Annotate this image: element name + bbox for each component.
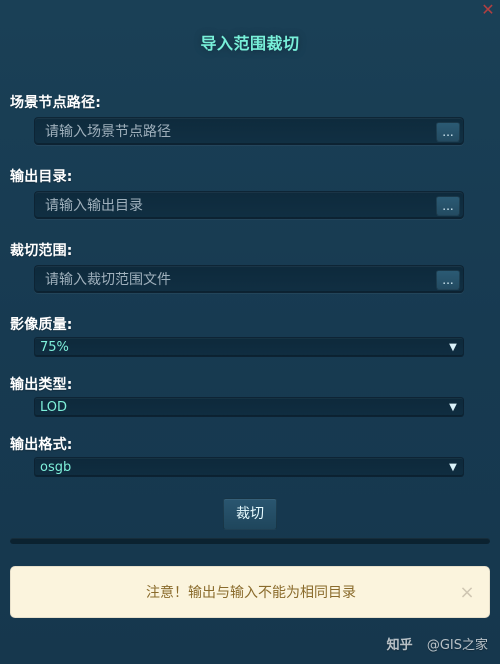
output-dir-input[interactable] [45,192,425,220]
watermark: 知乎 @GIS之家 [387,634,488,653]
image-quality-label: 影像质量: [10,317,73,333]
crop-range-browse-button[interactable]: ... [436,270,460,290]
dialog-title: 导入范围裁切 [200,34,300,53]
output-format-select[interactable]: osgb ▼ [34,457,464,477]
crop-range-field: ... [34,265,464,294]
watermark-author: @GIS之家 [426,638,488,653]
output-dir-label: 输出目录: [10,169,73,185]
output-format-label: 输出格式: [10,437,73,453]
image-quality-select[interactable]: 75% ▼ [34,337,464,357]
crop-dialog: ✕ 导入范围裁切 场景节点路径: ... 输出目录: ... 裁切范围: ...… [0,0,500,664]
scene-node-path-input[interactable] [45,118,425,146]
crop-range-label: 裁切范围: [10,243,73,259]
scene-node-path-browse-button[interactable]: ... [436,122,460,142]
scene-node-path-label: 场景节点路径: [10,95,101,111]
output-dir-field: ... [34,191,464,220]
crop-range-input[interactable] [45,266,425,294]
close-icon[interactable]: ✕ [480,2,496,18]
watermark-platform: 知乎 [386,638,413,653]
scene-node-path-field: ... [34,117,464,146]
progress-bar [10,538,490,544]
warning-alert: 注意！输出与输入不能为相同目录 × [10,566,490,618]
output-dir-browse-button[interactable]: ... [436,196,460,216]
chevron-down-icon: ▼ [449,462,457,473]
chevron-down-icon: ▼ [449,402,457,413]
warning-message: 注意！输出与输入不能为相同目录 [146,585,356,601]
output-format-value: osgb [40,460,72,475]
output-type-select[interactable]: LOD ▼ [34,397,464,417]
close-icon[interactable]: × [459,567,475,619]
output-type-label: 输出类型: [10,377,73,393]
image-quality-value: 75% [40,340,69,355]
crop-button[interactable]: 裁切 [223,498,277,530]
output-type-value: LOD [40,400,68,415]
chevron-down-icon: ▼ [449,342,457,353]
